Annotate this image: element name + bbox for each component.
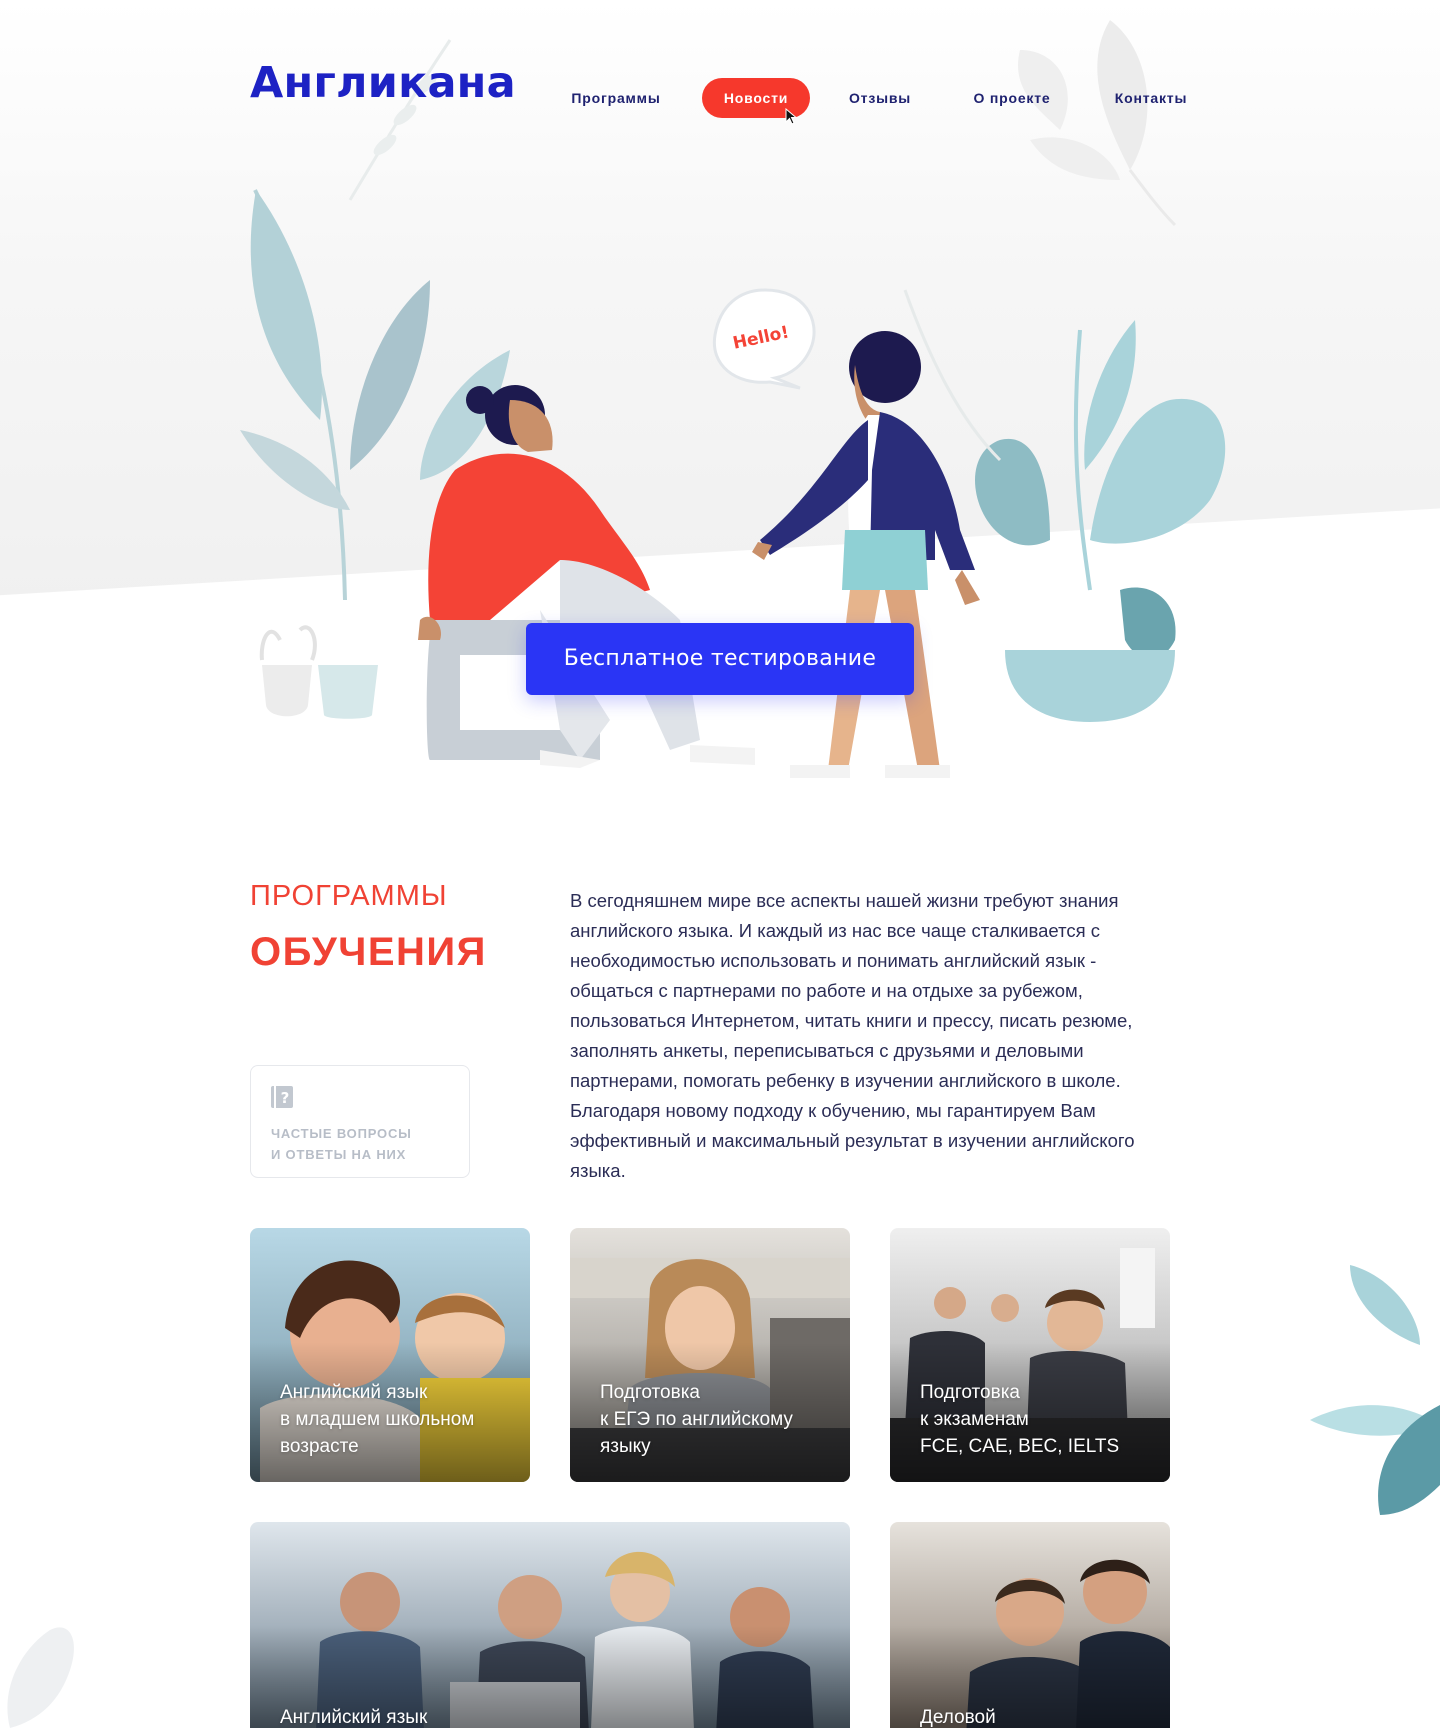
card-photo-team: [250, 1522, 850, 1728]
speech-bubble: Hello!: [712, 288, 816, 390]
program-card-exams[interactable]: Подготовка к экзаменам FCE, CAE, BEC, IE…: [890, 1228, 1170, 1482]
free-test-button[interactable]: Бесплатное тестирование: [526, 623, 914, 695]
faq-button[interactable]: ? ЧАСТЫЕ ВОПРОСЫ И ОТВЕТЫ НА НИХ: [250, 1065, 470, 1178]
main-nav: Программы Новости Отзывы О проекте Конта…: [0, 78, 1440, 118]
program-card-primary-school[interactable]: Английский язык в младшем школьном возра…: [250, 1228, 530, 1482]
right-plant: [975, 320, 1226, 722]
card-photo-business: [890, 1522, 1170, 1728]
section-title: ОБУЧЕНИЯ: [250, 930, 487, 974]
program-card-english[interactable]: Английский язык: [250, 1522, 850, 1728]
svg-text:?: ?: [281, 1089, 290, 1107]
nav-item-programs[interactable]: Программы: [565, 78, 667, 118]
card-label: Деловой: [920, 1707, 996, 1728]
card-label: Подготовка к экзаменам FCE, CAE, BEC, IE…: [920, 1382, 1120, 1457]
decorative-leaf-left: [7, 1627, 74, 1728]
hero-illustration: Hello!: [240, 189, 1226, 778]
program-card-business[interactable]: Деловой: [890, 1522, 1170, 1728]
question-book-icon: ?: [271, 1086, 293, 1108]
faq-line-2: И ОТВЕТЫ НА НИХ: [271, 1147, 407, 1162]
card-label: Подготовка к ЕГЭ по английскому языку: [600, 1382, 793, 1457]
program-card-ege[interactable]: Подготовка к ЕГЭ по английскому языку: [570, 1228, 850, 1482]
faq-label: ЧАСТЫЕ ВОПРОСЫ И ОТВЕТЫ НА НИХ: [271, 1123, 412, 1165]
nav-item-about[interactable]: О проекте: [967, 78, 1057, 118]
nav-item-reviews[interactable]: Отзывы: [843, 78, 917, 118]
card-label: Английский язык: [280, 1707, 428, 1728]
faq-line-1: ЧАСТЫЕ ВОПРОСЫ: [271, 1126, 412, 1141]
card-label: Английский язык в младшем школьном возра…: [280, 1382, 475, 1457]
mouse-cursor-icon: [785, 108, 798, 125]
decorative-leaf-right: [1310, 1265, 1440, 1515]
man-figure: [752, 331, 980, 778]
programs-description: В сегодняшнем мире все аспекты нашей жиз…: [570, 890, 1135, 1181]
nav-item-contacts[interactable]: Контакты: [1108, 78, 1194, 118]
section-eyebrow: ПРОГРАММЫ: [250, 880, 448, 912]
